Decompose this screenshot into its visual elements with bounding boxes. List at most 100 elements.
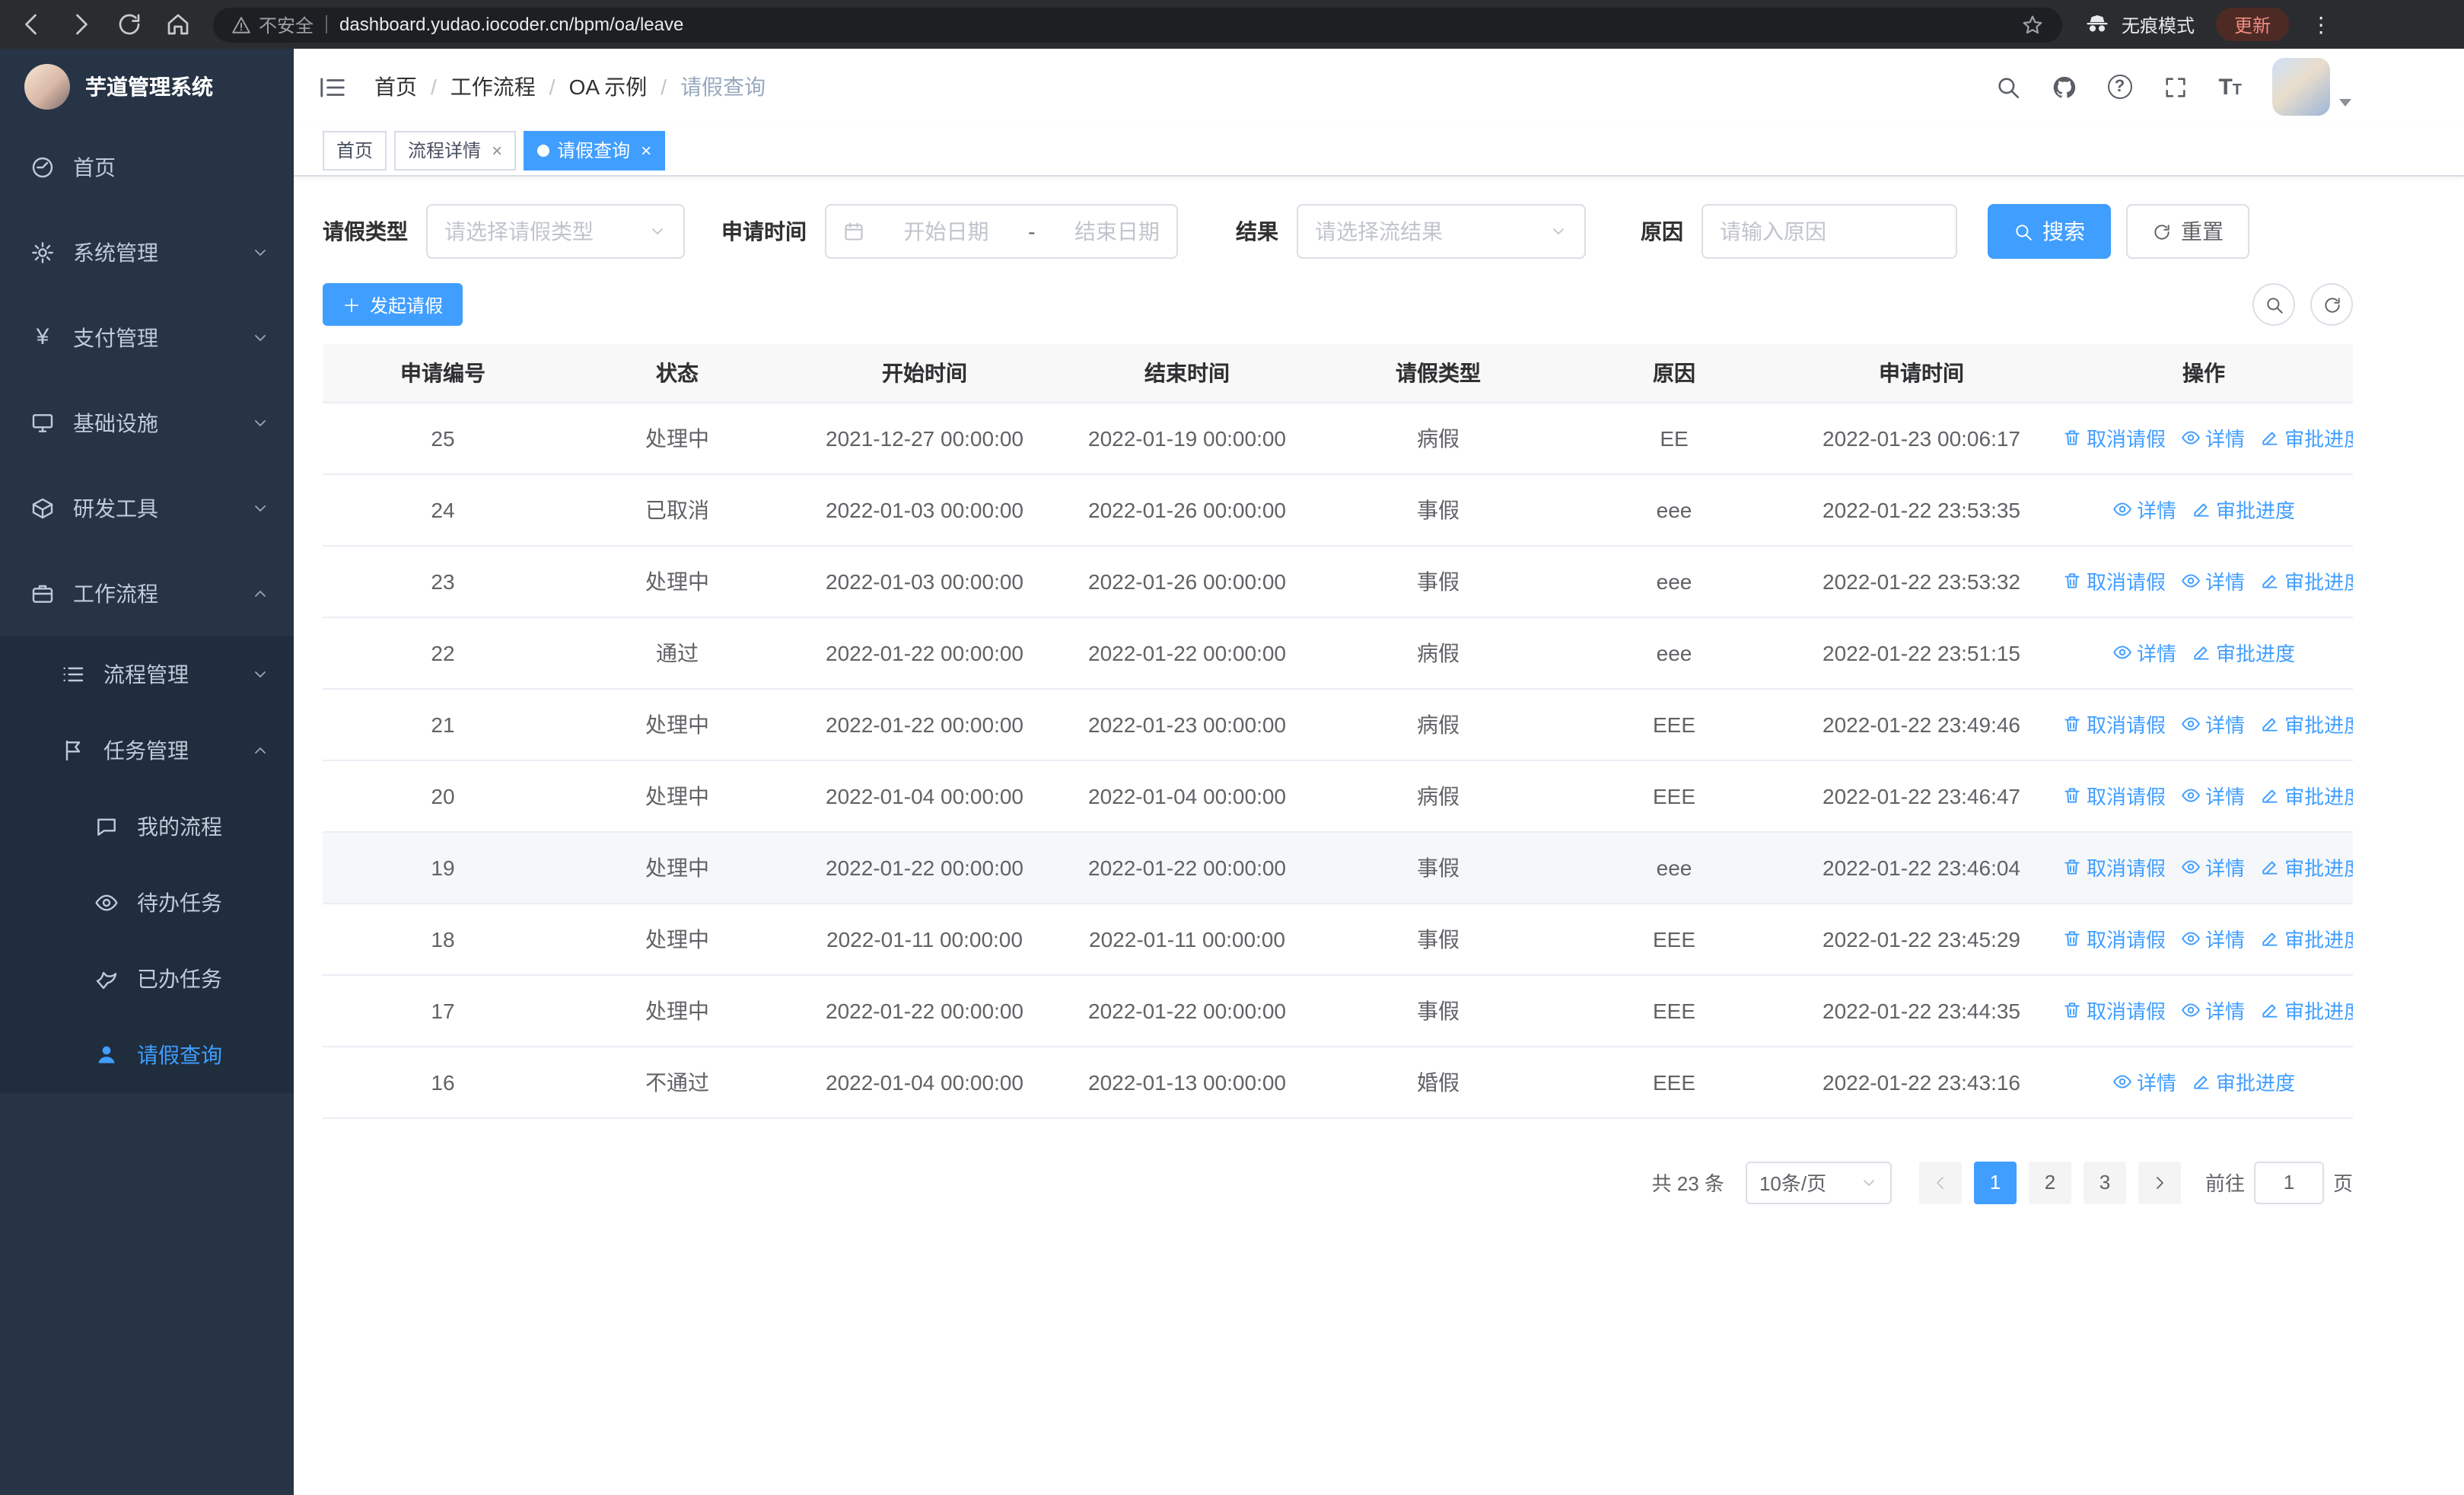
sidebar-item-infrastructure[interactable]: 基础设施	[0, 381, 294, 466]
update-button[interactable]: 更新	[2216, 8, 2290, 41]
audit-progress-link[interactable]: 审批进度	[2260, 781, 2353, 810]
cancel-leave-link[interactable]: 取消请假	[2062, 566, 2166, 595]
leave-type-label: 请假类型	[323, 219, 408, 244]
sidebar-item-devtools[interactable]: 研发工具	[0, 466, 294, 551]
cell-status: 处理中	[563, 974, 791, 1047]
eye-icon	[2182, 860, 2200, 874]
reason-input[interactable]	[1702, 204, 1957, 259]
tab-process-detail[interactable]: 流程详情 ×	[394, 130, 517, 170]
detail-link[interactable]: 详情	[2112, 638, 2176, 667]
sidebar-item-workflow[interactable]: 工作流程	[0, 551, 294, 636]
cell-end: 2022-01-22 00:00:00	[1058, 974, 1316, 1047]
cell-start: 2022-01-03 00:00:00	[791, 473, 1058, 546]
detail-link[interactable]: 详情	[2181, 924, 2245, 953]
address-bar[interactable]: 不安全 dashboard.yudao.iocoder.cn/bpm/oa/le…	[213, 7, 2062, 42]
result-label: 结果	[1236, 219, 1278, 244]
help-icon[interactable]: ?	[2107, 75, 2132, 99]
detail-link[interactable]: 详情	[2181, 423, 2245, 452]
cancel-leave-link[interactable]: 取消请假	[2062, 924, 2166, 953]
app-title: 芋道管理系统	[85, 75, 213, 99]
sidebar-item-todo-tasks[interactable]: 待办任务	[0, 865, 294, 941]
cell-reason: EEE	[1560, 903, 1788, 975]
font-size-icon[interactable]: TT	[2218, 74, 2242, 100]
cell-apply_time: 2022-01-23 00:06:17	[1788, 402, 2055, 474]
cancel-leave-link[interactable]: 取消请假	[2062, 781, 2166, 810]
cell-actions: 取消请假详情审批进度	[2055, 688, 2353, 760]
create-leave-button[interactable]: ＋ 发起请假	[323, 283, 463, 326]
fullscreen-icon[interactable]	[2162, 74, 2188, 100]
back-icon[interactable]	[18, 11, 46, 38]
forward-icon[interactable]	[67, 11, 94, 38]
refresh-table-button[interactable]	[2310, 283, 2353, 326]
reason-label: 原因	[1641, 219, 1683, 244]
leave-type-select[interactable]: 请选择请假类型	[426, 204, 685, 259]
search-icon[interactable]	[1994, 74, 2020, 100]
table-row: 25 处理中 2021-12-27 00:00:00 2022-01-19 00:00…	[323, 402, 2353, 474]
audit-progress-link[interactable]: 审批进度	[2192, 1067, 2295, 1096]
search-button[interactable]: 搜索	[1988, 204, 2111, 259]
github-icon[interactable]	[2051, 74, 2077, 100]
sidebar-item-my-process[interactable]: 我的流程	[0, 789, 294, 865]
table-row: 21 处理中 2022-01-22 00:00:00 2022-01-23 00:00…	[323, 688, 2353, 760]
goto-page-input[interactable]	[2253, 1161, 2324, 1203]
detail-link[interactable]: 详情	[2181, 566, 2245, 595]
audit-progress-link[interactable]: 审批进度	[2260, 423, 2353, 452]
reload-icon[interactable]	[116, 11, 143, 38]
sidebar-toggle-icon[interactable]	[318, 72, 347, 101]
cell-id: 24	[323, 473, 563, 546]
cell-apply_time: 2022-01-22 23:46:04	[1788, 831, 2055, 904]
audit-progress-link[interactable]: 审批进度	[2260, 924, 2353, 953]
chevron-down-icon	[1864, 1179, 1874, 1185]
audit-progress-link[interactable]: 审批进度	[2192, 495, 2295, 524]
next-page-button[interactable]	[2138, 1161, 2181, 1203]
detail-link[interactable]: 详情	[2112, 1067, 2176, 1096]
detail-link[interactable]: 详情	[2181, 996, 2245, 1025]
cancel-leave-link[interactable]: 取消请假	[2062, 853, 2166, 881]
home-icon[interactable]	[164, 11, 192, 38]
sidebar-item-task-management[interactable]: 任务管理	[0, 712, 294, 789]
apply-time-range-picker[interactable]: 开始日期 - 结束日期	[825, 204, 1178, 259]
page-button-1[interactable]: 1	[1973, 1161, 2017, 1203]
audit-progress-link[interactable]: 审批进度	[2260, 996, 2353, 1025]
sidebar-item-process-management[interactable]: 流程管理	[0, 636, 294, 712]
trash-icon	[2064, 430, 2080, 445]
sidebar-item-payment[interactable]: ¥ 支付管理	[0, 295, 294, 381]
page-button-3[interactable]: 3	[2083, 1161, 2126, 1203]
sidebar-item-done-tasks[interactable]: 已办任务	[0, 941, 294, 1017]
list-icon	[63, 667, 84, 682]
audit-progress-link[interactable]: 审批进度	[2260, 853, 2353, 881]
cancel-leave-link[interactable]: 取消请假	[2062, 709, 2166, 738]
sidebar-item-leave-query[interactable]: 请假查询	[0, 1017, 294, 1093]
page-button-2[interactable]: 2	[2028, 1161, 2071, 1203]
col-end-time: 结束时间	[1058, 344, 1316, 403]
detail-link[interactable]: 详情	[2181, 709, 2245, 738]
col-status: 状态	[563, 344, 791, 403]
detail-link[interactable]: 详情	[2181, 853, 2245, 881]
audit-progress-link[interactable]: 审批进度	[2260, 709, 2353, 738]
browser-menu-icon[interactable]: ⋮	[2310, 14, 2332, 35]
cell-reason: EEE	[1560, 1046, 1788, 1118]
audit-progress-link[interactable]: 审批进度	[2260, 566, 2353, 595]
close-icon[interactable]: ×	[492, 139, 502, 161]
tab-home[interactable]: 首页	[323, 130, 387, 170]
cancel-leave-link[interactable]: 取消请假	[2062, 423, 2166, 452]
sidebar-item-system[interactable]: 系统管理	[0, 210, 294, 295]
audit-progress-link[interactable]: 审批进度	[2192, 638, 2295, 667]
breadcrumb-home[interactable]: 首页	[374, 72, 417, 102]
reset-button[interactable]: 重置	[2126, 204, 2249, 259]
app-logo[interactable]: 芋道管理系统	[0, 49, 294, 125]
bookmark-star-icon[interactable]	[2021, 13, 2044, 36]
toggle-search-button[interactable]	[2252, 283, 2295, 326]
cell-start: 2022-01-04 00:00:00	[791, 1046, 1058, 1118]
user-menu[interactable]	[2272, 58, 2351, 116]
detail-link[interactable]: 详情	[2112, 495, 2176, 524]
page-size-select[interactable]: 10条/页	[1745, 1161, 1892, 1203]
cell-id: 22	[323, 617, 563, 689]
prev-page-button[interactable]	[1918, 1161, 1962, 1203]
sidebar-item-home[interactable]: 首页	[0, 125, 294, 210]
cancel-leave-link[interactable]: 取消请假	[2062, 996, 2166, 1025]
tab-leave-query[interactable]: 请假查询 ×	[524, 130, 666, 170]
result-select[interactable]: 请选择流结果	[1297, 204, 1586, 259]
close-icon[interactable]: ×	[641, 139, 651, 161]
detail-link[interactable]: 详情	[2181, 781, 2245, 810]
